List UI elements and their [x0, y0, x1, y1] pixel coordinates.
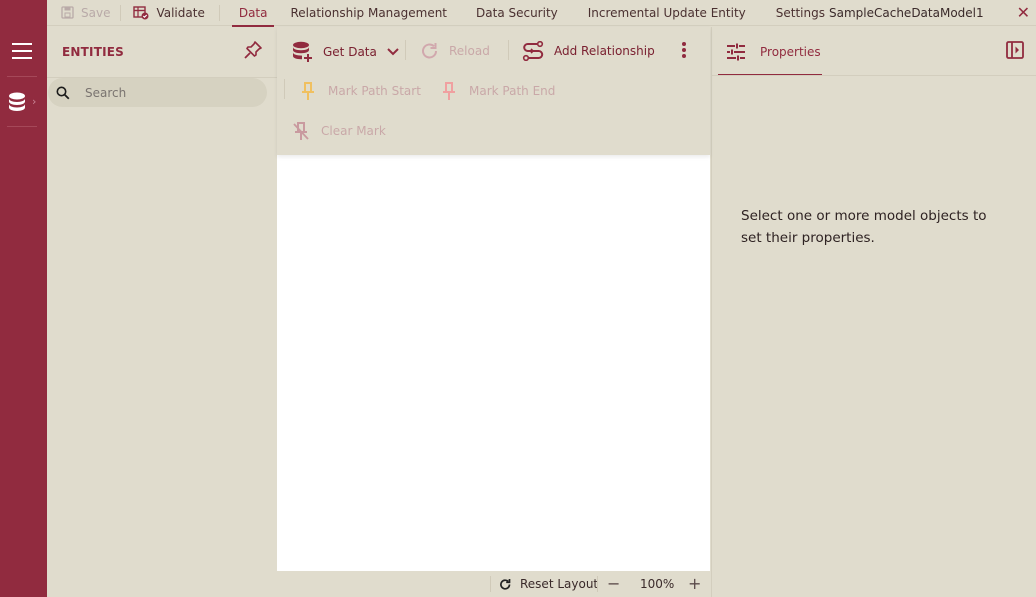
pin-off-icon — [292, 121, 310, 141]
chevron-right-icon: › — [32, 95, 37, 108]
validate-button[interactable]: Validate — [121, 0, 218, 26]
entities-title: ENTITIES — [62, 45, 124, 59]
tab-label: Data — [238, 5, 268, 20]
sliders-icon — [726, 43, 746, 61]
divider — [597, 576, 598, 592]
data-nav-button[interactable]: › — [8, 92, 38, 114]
reload-button[interactable]: Reload — [420, 41, 490, 61]
add-relationship-label: Add Relationship — [554, 44, 655, 58]
properties-empty-message: Select one or more model objects to set … — [741, 208, 987, 246]
panel-collapse-icon — [1006, 41, 1024, 59]
tab-properties[interactable]: Properties — [718, 27, 822, 76]
reset-layout-button[interactable]: Reset Layout — [499, 571, 598, 597]
search-box — [48, 78, 267, 107]
relationship-icon — [522, 41, 544, 61]
close-button[interactable]: ✕ — [1017, 3, 1030, 22]
zoom-out-button[interactable]: − — [607, 574, 620, 593]
collapse-panel-button[interactable] — [1006, 41, 1024, 62]
pin-icon — [244, 41, 262, 59]
zoom-in-button[interactable]: + — [688, 574, 701, 593]
add-relationship-button[interactable]: Add Relationship — [522, 41, 655, 61]
pin-start-icon — [301, 81, 315, 101]
clear-mark-label: Clear Mark — [321, 124, 386, 138]
hamburger-line — [12, 50, 32, 52]
diagram-canvas[interactable] — [277, 155, 710, 571]
rail-divider — [7, 76, 37, 77]
search-icon — [56, 86, 70, 100]
tab-data-security[interactable]: Data Security — [462, 0, 573, 26]
mark-path-start-label: Mark Path Start — [328, 84, 421, 98]
save-label: Save — [81, 5, 111, 20]
divider — [712, 75, 1036, 76]
more-options-button[interactable] — [681, 41, 687, 59]
chevron-down-icon — [387, 48, 399, 56]
mark-path-end-label: Mark Path End — [469, 84, 556, 98]
divider — [405, 40, 406, 60]
tab-relationship-management[interactable]: Relationship Management — [280, 0, 462, 26]
more-vertical-icon — [682, 42, 686, 58]
reload-icon — [420, 41, 440, 61]
tab-incremental-update-entity[interactable]: Incremental Update Entity — [573, 0, 761, 26]
mark-path-start-button[interactable]: Mark Path Start — [301, 81, 421, 101]
reset-layout-label: Reset Layout — [520, 577, 599, 591]
diagram-toolbar: Get Data Reload Add Relationship Mark Pa… — [277, 27, 710, 155]
tab-label: Settings — [775, 5, 825, 20]
search-input[interactable] — [85, 85, 235, 100]
divider — [490, 576, 491, 592]
zoom-level: 100% — [640, 577, 675, 591]
pin-panel-button[interactable] — [243, 40, 263, 63]
divider — [508, 40, 509, 60]
tab-data[interactable]: Data — [226, 0, 281, 27]
get-data-label: Get Data — [323, 45, 377, 59]
top-menu-bar: Save Validate Data Relationship Manageme… — [47, 0, 1036, 27]
entities-panel: ENTITIES — [47, 27, 277, 597]
hamburger-menu-button[interactable] — [12, 43, 32, 59]
get-data-button[interactable]: Get Data — [292, 41, 399, 63]
divider — [218, 4, 220, 21]
rail-divider — [7, 126, 37, 127]
tab-settings[interactable]: Settings — [761, 0, 838, 26]
save-button[interactable]: Save — [47, 0, 120, 26]
database-add-icon — [292, 41, 314, 63]
save-icon — [61, 6, 74, 19]
properties-panel: Properties Select one or more model obje… — [711, 27, 1036, 597]
document-title: SampleCacheDataModel1 — [829, 6, 984, 20]
reload-label: Reload — [449, 44, 490, 58]
validate-label: Validate — [156, 5, 205, 20]
close-icon: ✕ — [1016, 3, 1030, 22]
clear-mark-button[interactable]: Clear Mark — [292, 121, 386, 141]
hamburger-icon — [12, 43, 32, 45]
divider — [284, 79, 285, 99]
tab-label: Relationship Management — [290, 5, 448, 20]
app-rail: › — [0, 0, 47, 597]
refresh-icon — [499, 578, 512, 591]
properties-tab-label: Properties — [760, 44, 821, 59]
mark-path-end-button[interactable]: Mark Path End — [442, 81, 555, 101]
canvas-status-bar: Reset Layout − 100% + — [277, 571, 710, 597]
database-icon — [9, 92, 25, 111]
pin-end-icon — [442, 81, 456, 101]
tab-label: Data Security — [476, 5, 558, 20]
validate-icon — [133, 5, 149, 20]
hamburger-line — [12, 57, 32, 59]
tab-label: Incremental Update Entity — [587, 5, 746, 20]
